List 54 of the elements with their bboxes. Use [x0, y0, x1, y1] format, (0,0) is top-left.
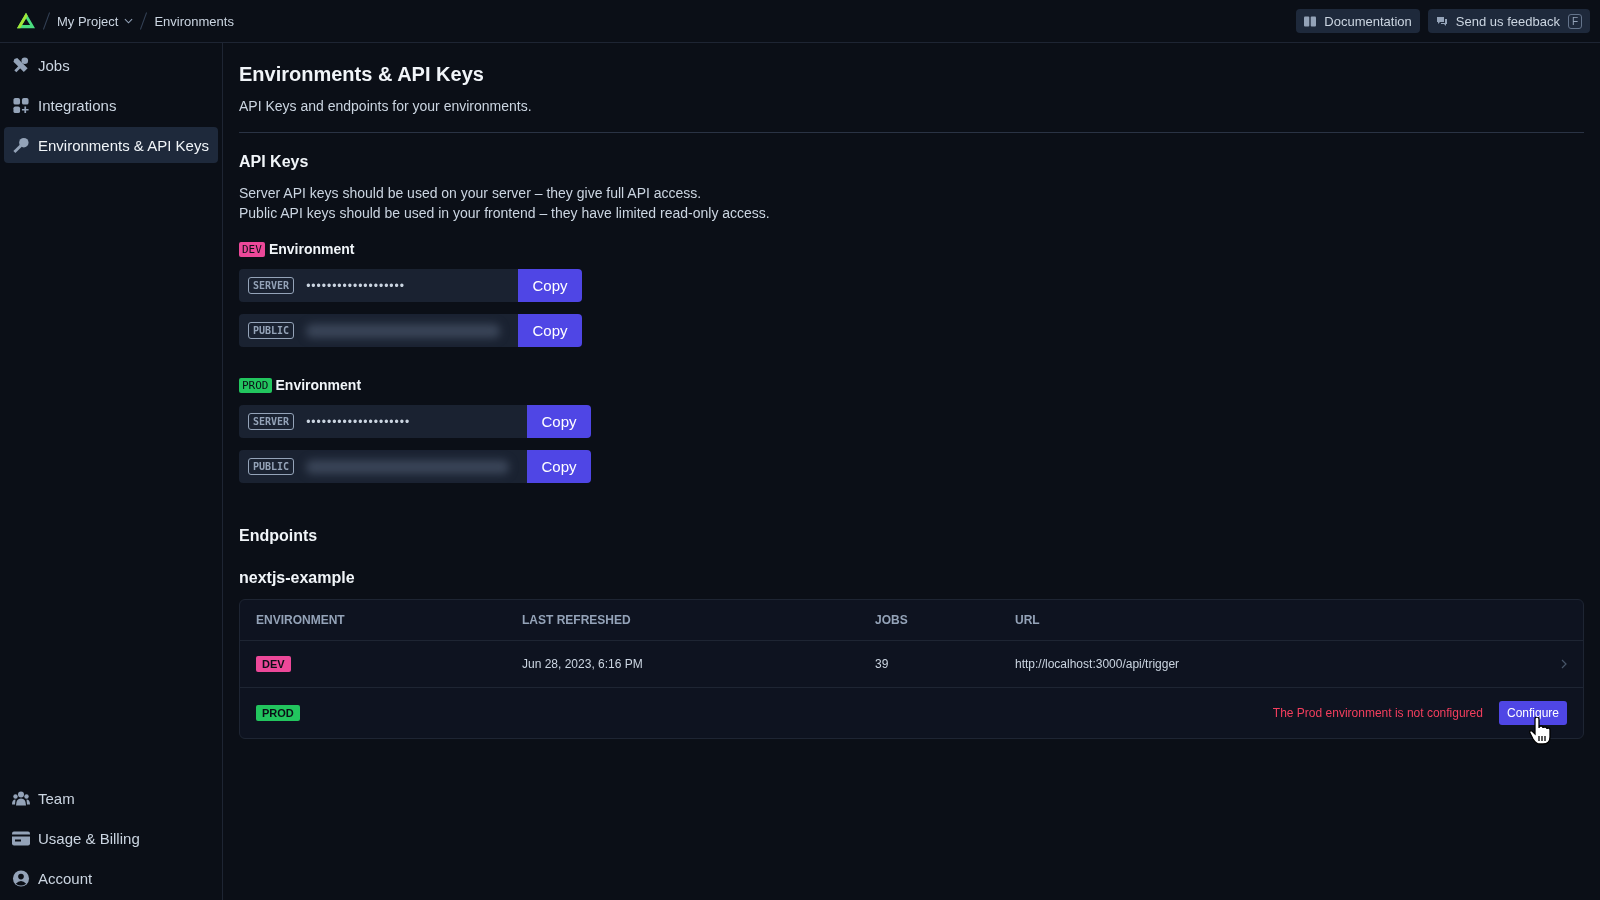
- feedback-button[interactable]: Send us feedback F: [1427, 9, 1590, 33]
- column-header: URL: [1015, 613, 1041, 627]
- key-type-tag: PUBLIC: [248, 322, 295, 339]
- masked-key: •••••••••••••••••••: [306, 278, 405, 293]
- breadcrumb-link[interactable]: My Project: [57, 13, 134, 29]
- sidebar-item[interactable]: Environments & API Keys: [4, 127, 218, 163]
- page-title: Environments & API Keys: [239, 63, 485, 86]
- section-heading: API Keys: [239, 153, 310, 171]
- team-icon: [12, 789, 30, 807]
- sidebar-item[interactable]: Usage & Billing: [4, 820, 218, 856]
- project-name: nextjs-example: [239, 569, 356, 587]
- copy-button[interactable]: Copy: [527, 450, 591, 483]
- sidebar-item[interactable]: Account: [4, 860, 218, 896]
- key-icon: [12, 136, 30, 154]
- key-type-tag: PUBLIC: [248, 458, 295, 475]
- environment-label: Environment: [275, 377, 362, 393]
- environment-badge: PROD: [239, 377, 272, 393]
- masked-key: ••••••••••••••••••••: [306, 414, 411, 429]
- key-type-tag: SERVER: [248, 277, 295, 294]
- copy-button[interactable]: Copy: [518, 314, 582, 347]
- credit-card-icon: [12, 829, 30, 847]
- chevron-right-icon[interactable]: [1561, 659, 1567, 669]
- sidebar-item[interactable]: Jobs: [4, 47, 218, 83]
- page-subtitle: API Keys and endpoints for your environments.: [239, 98, 533, 114]
- environment-badge: DEV: [239, 241, 265, 257]
- logo-icon[interactable]: [16, 12, 36, 30]
- environment-label: Environment: [268, 241, 355, 257]
- sidebar-item[interactable]: Team: [4, 780, 218, 816]
- documentation-button[interactable]: Documentation: [1296, 9, 1420, 33]
- environment-badge: PROD: [256, 705, 300, 721]
- table-cell-text: http://localhost:3000/api/trigger: [1015, 657, 1181, 671]
- breadcrumb-link[interactable]: Environments: [154, 13, 234, 29]
- table-cell-text: Jun 28, 2023, 6:16 PM: [522, 657, 644, 671]
- sidebar-item[interactable]: Integrations: [4, 87, 218, 123]
- grid-plus-icon: [12, 96, 30, 114]
- book-icon: [1304, 15, 1317, 27]
- user-circle-icon: [12, 869, 30, 887]
- key-type-tag: SERVER: [248, 413, 295, 430]
- environment-badge: DEV: [256, 656, 291, 672]
- shortcut-key: F: [1567, 13, 1582, 29]
- description-text: Public API keys should be used in your frontend – they have limited read-only access.: [239, 205, 771, 221]
- description-text: Server API keys should be used on your server – they give full API access.: [239, 185, 703, 201]
- table-cell-text: 39: [875, 657, 890, 671]
- column-header: JOBS: [875, 613, 909, 627]
- tools-icon: [12, 56, 30, 74]
- chat-bubbles-icon: [1435, 15, 1448, 27]
- column-header: LAST REFRESHED: [522, 613, 632, 627]
- configure-button[interactable]: Configure: [1498, 701, 1567, 725]
- chevron-down-icon: [124, 18, 134, 24]
- copy-button[interactable]: Copy: [518, 269, 582, 302]
- column-header: ENVIRONMENT: [256, 613, 346, 627]
- copy-button[interactable]: Copy: [527, 405, 591, 438]
- section-heading: Endpoints: [239, 527, 319, 545]
- warning-text: The Prod environment is not configured: [1271, 706, 1484, 720]
